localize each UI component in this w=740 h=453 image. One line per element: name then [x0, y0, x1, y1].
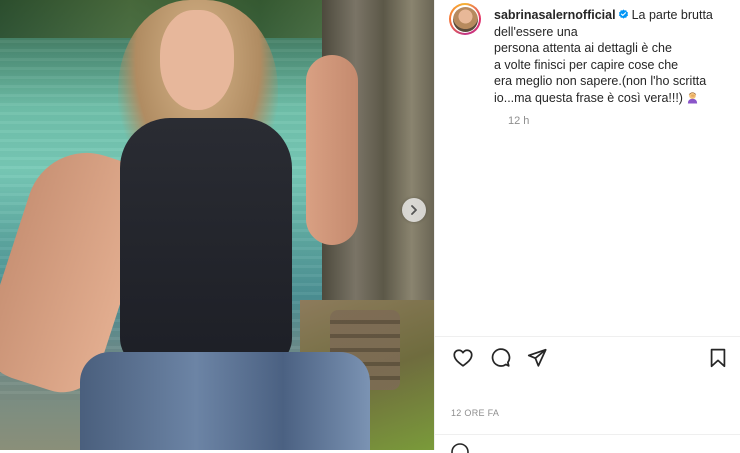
photo-subject-arm-raised: [306, 55, 358, 245]
caption-line-3: persona attenta ai dettagli è che: [494, 41, 672, 56]
photo-subject-jeans: [80, 352, 370, 450]
chevron-right-icon: [411, 205, 417, 215]
next-photo-button[interactable]: [402, 198, 426, 222]
action-bar: [435, 346, 740, 372]
post-photo[interactable]: [0, 0, 434, 450]
photo-subject-face: [160, 10, 234, 110]
share-button[interactable]: [525, 346, 549, 370]
post-date: 12 ORE FA: [451, 408, 500, 418]
caption-line-5: era meglio non sapere.(non l'ho scritta: [494, 74, 707, 89]
person-facepalming-icon: [687, 92, 698, 104]
save-button[interactable]: [706, 346, 730, 370]
divider: [435, 336, 740, 337]
paper-plane-icon: [527, 348, 547, 367]
like-button[interactable]: [451, 346, 475, 370]
username-link[interactable]: sabrinasalernofficial: [494, 8, 616, 22]
caption-line-6: io...ma questa frase è così vera!!!): [494, 90, 683, 105]
caption-line-4: a volte finisci per capire cose che: [494, 57, 679, 72]
emoji-picker-icon[interactable]: [451, 443, 469, 453]
divider-bottom: [435, 434, 740, 435]
caption-line-2: dell'essere una: [494, 24, 578, 39]
avatar-photo: [452, 6, 478, 32]
verified-badge-icon: [618, 9, 628, 19]
comment-button[interactable]: [488, 346, 512, 370]
comment-bubble-icon: [491, 348, 511, 367]
bookmark-icon: [710, 348, 726, 368]
heart-icon: [453, 349, 473, 367]
avatar[interactable]: [449, 3, 481, 35]
caption-text: sabrinasalernofficial La parte brutta de…: [494, 7, 740, 107]
post-side-panel: sabrinasalernofficial La parte brutta de…: [434, 0, 740, 453]
post-time-ago: 12 h: [508, 115, 530, 127]
photo-subject-top: [120, 118, 292, 368]
caption-line-1: La parte brutta: [631, 8, 713, 22]
